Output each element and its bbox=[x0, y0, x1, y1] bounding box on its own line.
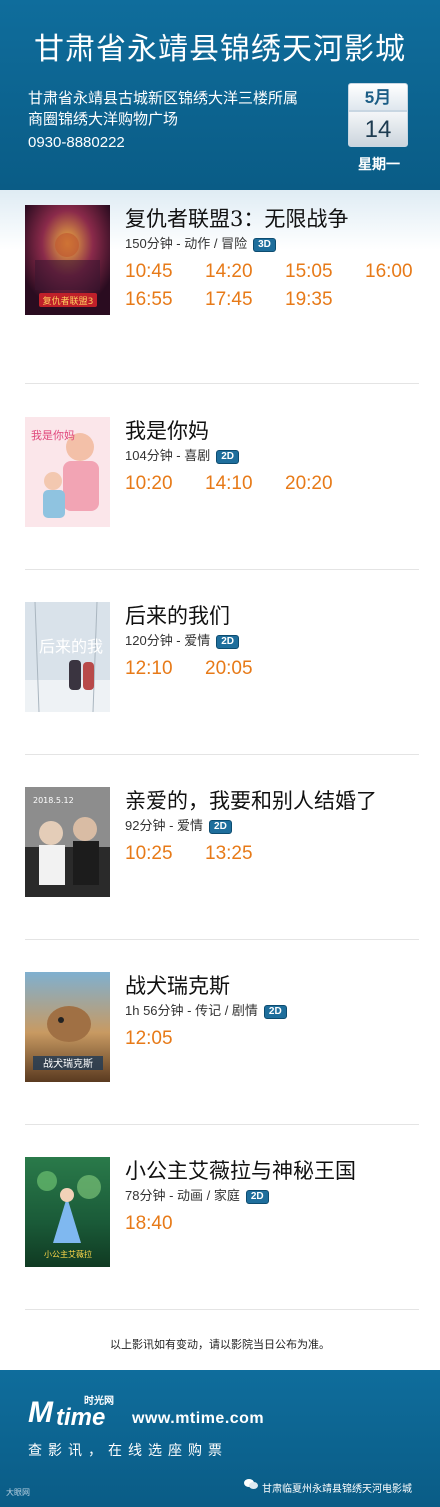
format-badge: 2D bbox=[209, 820, 232, 834]
format-badge: 2D bbox=[245, 1190, 269, 1204]
divider bbox=[25, 1124, 419, 1125]
cinema-address: 甘肃省永靖县古城新区锦绣大洋三楼所属 商圈锦绣大洋购物广场 bbox=[28, 89, 299, 128]
showtime[interactable]: 15:05 bbox=[285, 261, 333, 283]
cinema-phone[interactable]: 0930-8880222 bbox=[28, 134, 125, 151]
weekday-label: 星期一 bbox=[358, 157, 400, 173]
divider bbox=[25, 383, 419, 384]
showtime[interactable]: 18:40 bbox=[125, 1213, 173, 1235]
format-badge: 2D bbox=[216, 635, 240, 649]
format-badge: 2D bbox=[216, 450, 240, 464]
logo-cn: 时光网 bbox=[84, 1396, 114, 1407]
movie-item[interactable]: 复仇者联盟3 复仇者联盟3：无限战争 150分钟 - 动作 / 冒险 3D 10:… bbox=[0, 185, 440, 370]
poster-title: 后来的我 bbox=[39, 637, 103, 656]
divider bbox=[25, 569, 419, 570]
showtime[interactable]: 10:20 bbox=[125, 473, 173, 495]
movie-poster[interactable]: 后来的我 bbox=[25, 602, 110, 712]
divider bbox=[25, 939, 419, 940]
movie-duration-genre: 92分钟 - 爱情 bbox=[125, 818, 204, 833]
calendar-month: 5月 bbox=[348, 83, 408, 111]
calendar-icon: 5月 14 bbox=[348, 83, 408, 147]
poster-title: 复仇者联盟3 bbox=[43, 295, 94, 307]
mtime-logo[interactable]: M time 时光网 bbox=[28, 1390, 133, 1431]
showtime[interactable]: 10:25 bbox=[125, 843, 173, 865]
poster-title: 小公主艾薇拉 bbox=[44, 1249, 92, 1259]
movie-title[interactable]: 我是你妈 bbox=[125, 415, 209, 445]
mtime-url-link[interactable]: www.mtime.com bbox=[132, 1410, 264, 1428]
movie-duration-genre: 104分钟 - 喜剧 bbox=[125, 448, 211, 463]
showtime[interactable]: 16:55 bbox=[125, 289, 173, 311]
movie-poster[interactable]: 战犬瑞克斯 bbox=[25, 972, 110, 1082]
watermark: 大眼网 bbox=[6, 1488, 30, 1497]
logo-time: time bbox=[56, 1404, 106, 1431]
cinema-header: 甘肃省永靖县锦绣天河影城 甘肃省永靖县古城新区锦绣大洋三楼所属 商圈锦绣大洋购物… bbox=[0, 0, 440, 190]
movie-title[interactable]: 战犬瑞克斯 bbox=[125, 970, 230, 1000]
poster-title: 2018.5.12 bbox=[33, 796, 74, 805]
showtime[interactable]: 13:25 bbox=[205, 843, 253, 865]
movie-meta: 78分钟 - 动画 / 家庭 2D bbox=[125, 1185, 269, 1204]
showtime[interactable]: 17:45 bbox=[205, 289, 253, 311]
showtime[interactable]: 16:00 bbox=[365, 261, 413, 283]
format-badge: 3D bbox=[253, 238, 276, 252]
movie-poster[interactable]: 复仇者联盟3 bbox=[25, 205, 110, 315]
movie-title[interactable]: 亲爱的，我要和别人结婚了 bbox=[125, 785, 377, 815]
movie-item[interactable]: 后来的我 后来的我们 120分钟 - 爱情 2D 12:10 20:05 bbox=[0, 582, 440, 767]
movie-item[interactable]: 小公主艾薇拉 小公主艾薇拉与神秘王国 78分钟 - 动画 / 家庭 2D 18:4… bbox=[0, 1137, 440, 1322]
wechat-icon bbox=[244, 1479, 258, 1489]
movie-meta: 120分钟 - 爱情 2D bbox=[125, 630, 240, 649]
showtime[interactable]: 20:20 bbox=[285, 473, 333, 495]
movie-duration-genre: 150分钟 - 动作 / 冒险 bbox=[125, 236, 248, 251]
mtime-footer: M time 时光网 www.mtime.com 查影讯，在线选座购票 甘肃临夏… bbox=[0, 1370, 440, 1507]
showtime[interactable]: 10:45 bbox=[125, 261, 173, 283]
movie-meta: 92分钟 - 爱情 2D bbox=[125, 815, 232, 834]
showtime[interactable]: 12:05 bbox=[125, 1028, 173, 1050]
showtime[interactable]: 20:05 bbox=[205, 658, 253, 680]
logo-m: M bbox=[28, 1396, 53, 1429]
wechat-account-name: 甘肃临夏州永靖县锦绣天河电影城 bbox=[262, 1484, 412, 1495]
cinema-name: 甘肃省永靖县锦绣天河影城 bbox=[34, 32, 406, 67]
movie-title[interactable]: 后来的我们 bbox=[125, 600, 230, 630]
movie-meta: 104分钟 - 喜剧 2D bbox=[125, 445, 240, 464]
calendar-day: 14 bbox=[348, 111, 408, 147]
movie-item[interactable]: 2018.5.12 亲爱的，我要和别人结婚了 92分钟 - 爱情 2D 10:25… bbox=[0, 767, 440, 952]
movie-item[interactable]: 我是你妈 我是你妈 104分钟 - 喜剧 2D 10:20 14:10 20:20 bbox=[0, 397, 440, 582]
movie-title[interactable]: 小公主艾薇拉与神秘王国 bbox=[125, 1155, 356, 1185]
showtime[interactable]: 14:20 bbox=[205, 261, 253, 283]
showtime[interactable]: 14:10 bbox=[205, 473, 253, 495]
poster-title: 战犬瑞克斯 bbox=[43, 1057, 93, 1070]
movie-duration-genre: 1h 56分钟 - 传记 / 剧情 bbox=[125, 1003, 258, 1018]
movie-title[interactable]: 复仇者联盟3：无限战争 bbox=[125, 203, 348, 233]
footer-slogan: 查影讯，在线选座购票 bbox=[28, 1443, 228, 1459]
movie-duration-genre: 78分钟 - 动画 / 家庭 bbox=[125, 1188, 240, 1203]
movie-meta: 150分钟 - 动作 / 冒险 3D bbox=[125, 233, 276, 252]
divider bbox=[25, 754, 419, 755]
poster-title: 我是你妈 bbox=[31, 428, 75, 442]
movie-poster[interactable]: 我是你妈 bbox=[25, 417, 110, 527]
movie-poster[interactable]: 小公主艾薇拉 bbox=[25, 1157, 110, 1267]
movie-poster[interactable]: 2018.5.12 bbox=[25, 787, 110, 897]
showtime[interactable]: 19:35 bbox=[285, 289, 333, 311]
movie-duration-genre: 120分钟 - 爱情 bbox=[125, 633, 211, 648]
format-badge: 2D bbox=[263, 1005, 287, 1019]
movie-item[interactable]: 战犬瑞克斯 战犬瑞克斯 1h 56分钟 - 传记 / 剧情 2D 12:05 bbox=[0, 952, 440, 1137]
schedule-notice: 以上影讯如有变动，请以影院当日公布为准。 bbox=[110, 1338, 330, 1351]
divider bbox=[25, 1309, 419, 1310]
movie-meta: 1h 56分钟 - 传记 / 剧情 2D bbox=[125, 1000, 287, 1019]
showtime[interactable]: 12:10 bbox=[125, 658, 173, 680]
